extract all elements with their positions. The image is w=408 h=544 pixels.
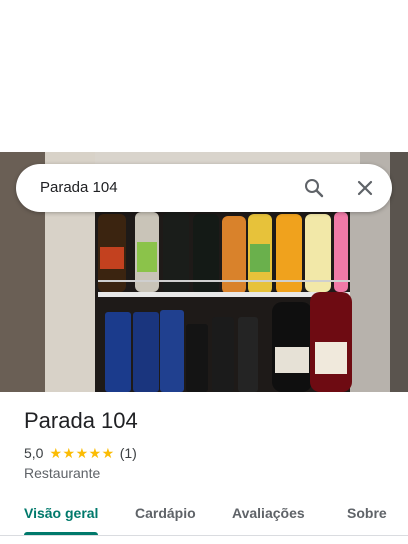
close-icon[interactable] xyxy=(353,176,377,200)
tab-menu[interactable]: Cardápio xyxy=(135,505,196,521)
search-icon[interactable] xyxy=(302,176,326,200)
tab-overview[interactable]: Visão geral xyxy=(24,505,98,521)
search-bar[interactable]: Parada 104 xyxy=(16,164,392,212)
star-rating-icon: ★★★★★ xyxy=(49,444,115,461)
rating-value: 5,0 xyxy=(24,445,44,461)
review-count[interactable]: (1) xyxy=(120,445,137,461)
place-title: Parada 104 xyxy=(24,408,138,433)
tab-bar: Visão geral Cardápio Avaliações Sobre xyxy=(0,492,408,536)
tab-about[interactable]: Sobre xyxy=(347,505,387,521)
rating-row[interactable]: 5,0 ★★★★★ (1) xyxy=(24,444,137,462)
search-input[interactable]: Parada 104 xyxy=(40,179,118,196)
tab-divider xyxy=(0,535,408,536)
place-category: Restaurante xyxy=(24,465,101,481)
tab-reviews[interactable]: Avaliações xyxy=(232,505,305,521)
